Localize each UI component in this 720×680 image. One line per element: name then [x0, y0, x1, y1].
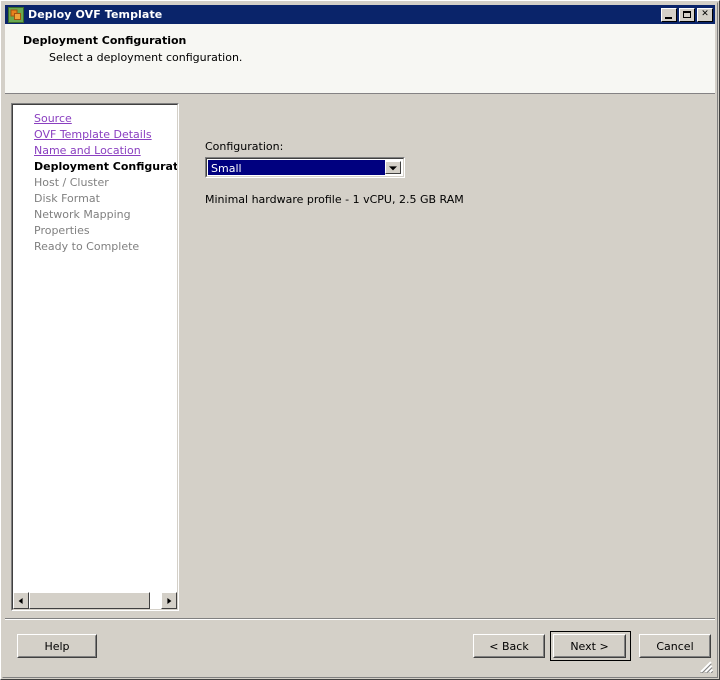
scroll-right-icon[interactable] [161, 592, 177, 609]
body-area: Source OVF Template Details Name and Loc… [5, 95, 715, 619]
scroll-left-icon[interactable] [13, 592, 29, 609]
window-title: Deploy OVF Template [28, 8, 661, 21]
configuration-dropdown[interactable]: Small [205, 157, 405, 178]
close-icon: ✕ [698, 9, 712, 21]
cancel-button[interactable]: Cancel [639, 634, 711, 658]
configuration-label: Configuration: [205, 140, 283, 153]
next-button-label: Next > [554, 635, 625, 657]
dialog-footer: Help < Back Next > Cancel [5, 619, 715, 675]
sidebar-item-properties: Properties [13, 223, 177, 239]
sidebar-item-host-cluster: Host / Cluster [13, 175, 177, 191]
sidebar-item-deployment-configuration[interactable]: Deployment Configuration [13, 159, 177, 175]
help-button[interactable]: Help [17, 634, 97, 658]
close-button[interactable]: ✕ [697, 8, 713, 22]
help-button-label: Help [18, 635, 96, 657]
ovf-template-icon [8, 7, 24, 23]
wizard-steps-inner: Source OVF Template Details Name and Loc… [12, 104, 178, 610]
back-button[interactable]: < Back [473, 634, 545, 658]
main-content: Configuration: Small Minimal hardware pr… [187, 103, 709, 611]
maximize-button[interactable] [679, 8, 695, 22]
scrollbar-thumb[interactable] [29, 592, 150, 609]
configuration-selected-value[interactable]: Small [208, 160, 385, 175]
configuration-dropdown-inner: Small [206, 158, 404, 177]
sidebar-item-ovf-template-details[interactable]: OVF Template Details [13, 127, 177, 143]
wizard-steps-panel: Source OVF Template Details Name and Loc… [11, 103, 179, 611]
sidebar-horizontal-scrollbar[interactable] [13, 592, 177, 609]
window-controls: ✕ [661, 8, 713, 22]
maximize-icon [683, 11, 691, 18]
window-inner-frame: Deploy OVF Template ✕ Deployment Configu… [2, 2, 718, 678]
sidebar-item-ready-to-complete: Ready to Complete [13, 239, 177, 255]
deploy-ovf-template-window: Deploy OVF Template ✕ Deployment Configu… [0, 0, 720, 680]
next-button-default-outline: Next > [550, 631, 631, 661]
page-header: Deployment Configuration Select a deploy… [5, 24, 715, 94]
sidebar-item-disk-format: Disk Format [13, 191, 177, 207]
next-button[interactable]: Next > [553, 634, 626, 658]
minimize-icon [665, 17, 672, 19]
configuration-description: Minimal hardware profile - 1 vCPU, 2.5 G… [205, 193, 464, 206]
sidebar-item-source[interactable]: Source [13, 111, 177, 127]
minimize-button[interactable] [661, 8, 677, 22]
scrollbar-track[interactable] [29, 592, 161, 609]
back-button-label: < Back [474, 635, 544, 657]
resize-grip-icon[interactable] [699, 659, 713, 673]
wizard-step-list: Source OVF Template Details Name and Loc… [13, 105, 177, 592]
chevron-down-icon[interactable] [385, 161, 401, 174]
sidebar-item-network-mapping: Network Mapping [13, 207, 177, 223]
sidebar-item-name-and-location[interactable]: Name and Location [13, 143, 177, 159]
page-subtitle: Select a deployment configuration. [49, 51, 242, 64]
page-title: Deployment Configuration [23, 34, 186, 47]
cancel-button-label: Cancel [640, 635, 710, 657]
titlebar: Deploy OVF Template ✕ [5, 5, 715, 24]
